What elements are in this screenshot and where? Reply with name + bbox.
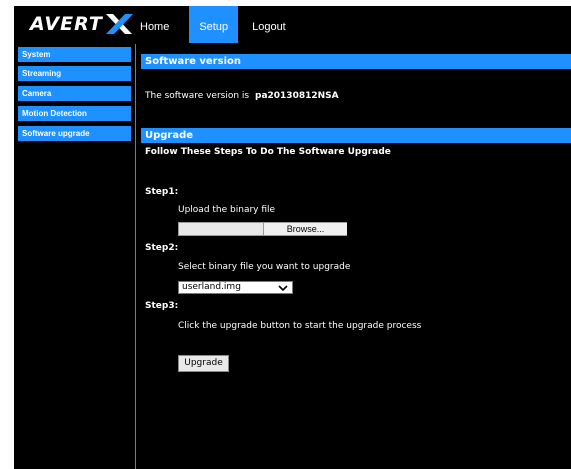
logo: AVERT xyxy=(30,13,134,35)
step3-label: Step3: xyxy=(145,301,179,311)
nav-setup[interactable]: Setup xyxy=(189,6,239,43)
main-nav: Home Setup Logout xyxy=(135,6,294,43)
section-header-upgrade: Upgrade xyxy=(141,128,571,143)
version-label: The software version is xyxy=(145,91,250,101)
section-header-software-version: Software version xyxy=(141,54,571,69)
sidebar-item-system[interactable]: System xyxy=(18,47,131,62)
main-content: Software version The software version is… xyxy=(141,43,571,469)
sidebar-item-camera[interactable]: Camera xyxy=(18,86,131,101)
step1-text: Upload the binary file xyxy=(178,205,276,215)
chevron-down-icon xyxy=(278,285,288,292)
sidebar-item-software-upgrade[interactable]: Software upgrade xyxy=(18,126,131,141)
version-line: The software version is pa20130812NSA xyxy=(145,91,339,101)
sidebar-item-motion-detection[interactable]: Motion Detection xyxy=(18,106,131,121)
upgrade-intro: Follow These Steps To Do The Software Up… xyxy=(145,147,391,157)
nav-logout[interactable]: Logout xyxy=(244,6,294,43)
step1-label: Step1: xyxy=(145,187,179,197)
step2-label: Step2: xyxy=(145,243,179,253)
nav-home[interactable]: Home xyxy=(135,6,177,43)
upgrade-button[interactable]: Upgrade xyxy=(178,355,229,372)
divider xyxy=(135,44,136,469)
binary-file-select[interactable]: userland.img xyxy=(178,281,293,294)
step3-text: Click the upgrade button to start the up… xyxy=(178,321,422,331)
sidebar: System Streaming Camera Motion Detection… xyxy=(14,44,132,469)
logo-text: AVERT xyxy=(30,13,103,35)
version-value: pa20130812NSA xyxy=(255,91,339,101)
step2-text: Select binary file you want to upgrade xyxy=(178,262,351,272)
logo-x-icon xyxy=(105,14,133,34)
select-value: userland.img xyxy=(182,282,241,292)
browse-button[interactable]: Browse... xyxy=(263,223,347,235)
top-bar: AVERT Home Setup Logout xyxy=(14,6,571,43)
app-frame: AVERT Home Setup Logout System Streaming… xyxy=(14,6,571,469)
file-input[interactable]: Browse... xyxy=(178,222,347,236)
sidebar-item-streaming[interactable]: Streaming xyxy=(18,66,131,81)
